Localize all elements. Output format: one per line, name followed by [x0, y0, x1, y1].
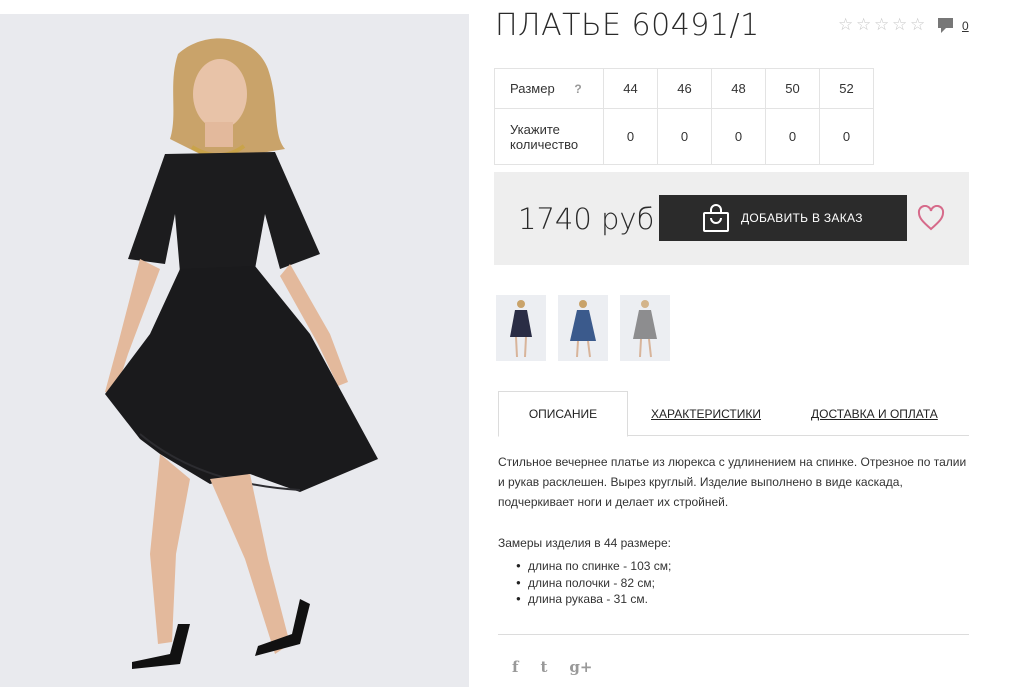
quantity-label-cell: Укажите количество [494, 108, 604, 165]
quantity-row: Укажите количество 0 0 0 0 0 [494, 108, 874, 165]
add-to-order-button[interactable]: ДОБАВИТЬ В ЗАКАЗ [659, 195, 907, 241]
product-description: Стильное вечернее платье из люрекса с уд… [498, 455, 967, 509]
size-label: Размер [510, 81, 555, 96]
quantity-label-line1: Укажите [510, 121, 560, 137]
heart-icon[interactable] [917, 205, 945, 231]
tab-description[interactable]: ОПИСАНИЕ [498, 391, 628, 437]
thumbnail-2[interactable] [558, 295, 608, 361]
thumbnail-gallery [496, 295, 670, 361]
quantity-input-46[interactable]: 0 [657, 108, 712, 165]
quantity-input-44[interactable]: 0 [603, 108, 658, 165]
buy-box: 1740 руб ДОБАВИТЬ В ЗАКАЗ [494, 172, 969, 265]
size-row: Размер ? 44 46 48 50 52 [494, 68, 874, 109]
star-icon[interactable]: ☆ [892, 16, 909, 33]
comments-link[interactable]: 0 [937, 17, 969, 34]
size-quantity-table: Размер ? 44 46 48 50 52 Укажите количест… [494, 68, 874, 165]
thumbnail-3[interactable] [620, 295, 670, 361]
dress-thumbnail-grey [620, 295, 670, 361]
divider [498, 634, 969, 635]
thumbnail-1[interactable] [496, 295, 546, 361]
social-share: f t g+ [512, 658, 592, 676]
twitter-icon[interactable]: t [540, 658, 547, 676]
size-44: 44 [603, 68, 658, 109]
dress-thumbnail-dark [496, 295, 546, 361]
comments-count[interactable]: 0 [962, 19, 969, 33]
star-icon[interactable]: ☆ [856, 16, 873, 33]
list-item: длина по спинке - 103 см; [516, 558, 671, 575]
list-item: длина полочки - 82 см; [516, 575, 671, 592]
measurements-list: длина по спинке - 103 см; длина полочки … [516, 558, 671, 608]
product-price: 1740 руб [518, 202, 655, 236]
product-info-tabs: ОПИСАНИЕ ХАРАКТЕРИСТИКИ ДОСТАВКА И ОПЛАТ… [498, 391, 969, 437]
size-52: 52 [819, 68, 874, 109]
google-plus-icon[interactable]: g+ [569, 658, 592, 676]
facebook-icon[interactable]: f [512, 658, 518, 676]
measurements-title: Замеры изделия в 44 размере: [498, 536, 671, 550]
quantity-input-52[interactable]: 0 [819, 108, 874, 165]
size-50: 50 [765, 68, 820, 109]
comment-bubble-icon [938, 18, 953, 33]
rating-stars[interactable]: ☆ ☆ ☆ ☆ ☆ [838, 16, 927, 33]
tab-delivery-payment[interactable]: ДОСТАВКА И ОПЛАТА [811, 391, 938, 436]
tab-characteristics[interactable]: ХАРАКТЕРИСТИКИ [651, 391, 761, 436]
quantity-input-48[interactable]: 0 [711, 108, 766, 165]
size-help-icon[interactable]: ? [574, 82, 581, 96]
dress-thumbnail-blue [558, 295, 608, 361]
star-icon[interactable]: ☆ [874, 16, 891, 33]
product-title: ПЛАТЬЕ 60491/1 [495, 8, 760, 43]
dress-photo-illustration [0, 14, 469, 687]
product-main-photo[interactable] [0, 14, 469, 687]
shopping-bag-icon [703, 204, 729, 232]
size-46: 46 [657, 68, 712, 109]
size-48: 48 [711, 68, 766, 109]
list-item: длина рукава - 31 см. [516, 591, 671, 608]
star-icon[interactable]: ☆ [838, 16, 855, 33]
quantity-label-line2: количество [510, 136, 579, 152]
add-to-order-label: ДОБАВИТЬ В ЗАКАЗ [741, 211, 863, 225]
star-icon[interactable]: ☆ [910, 16, 927, 33]
quantity-input-50[interactable]: 0 [765, 108, 820, 165]
size-label-cell: Размер ? [494, 68, 604, 109]
